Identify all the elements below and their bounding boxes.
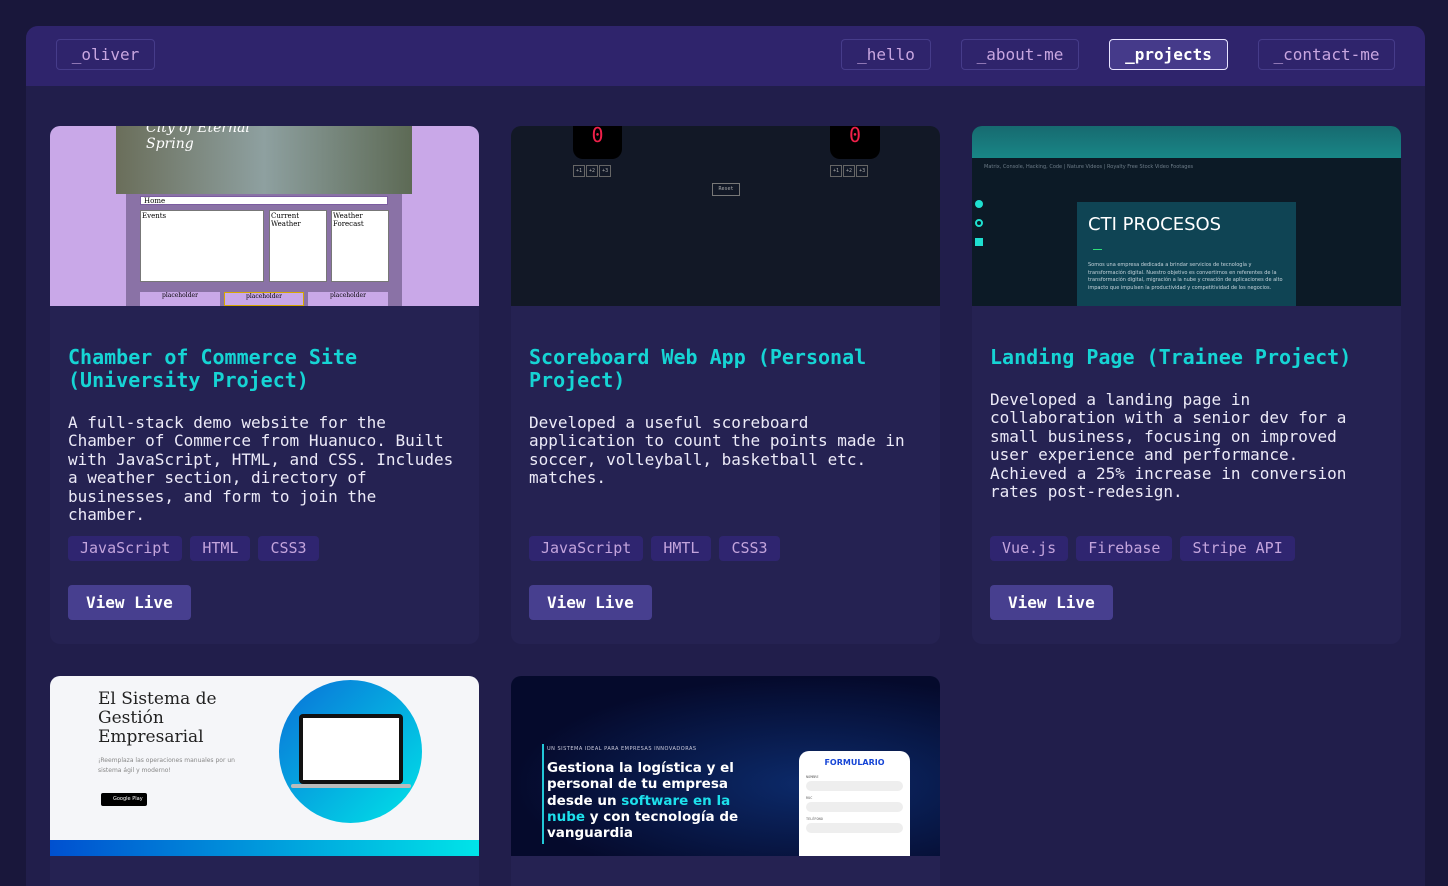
video-title: Matrix, Console, Hacking, Code | Nature … bbox=[984, 164, 1194, 170]
name-input[interactable] bbox=[806, 781, 903, 791]
score-left: 0 bbox=[573, 126, 622, 159]
thumb-footer: placeholder bbox=[224, 292, 304, 306]
increment-button[interactable]: +2 bbox=[843, 165, 856, 177]
hero-image: City of Eternal Spring bbox=[116, 126, 412, 194]
portfolio-window: _oliver _hello _about-me _projects _cont… bbox=[26, 26, 1425, 886]
thumb-panel: Events bbox=[140, 210, 264, 282]
facebook-icon[interactable] bbox=[975, 200, 983, 208]
increment-button[interactable]: +2 bbox=[586, 165, 599, 177]
hero-heading: CTI PROCESOS bbox=[1088, 214, 1222, 235]
thumb-subtext: ¡Reemplaza las operaciones manuales por … bbox=[98, 757, 235, 774]
increment-button[interactable]: +1 bbox=[573, 165, 586, 177]
whatsapp-icon[interactable] bbox=[975, 219, 983, 227]
thumb-headline: Gestiona la logística y el personal de t… bbox=[547, 760, 739, 842]
nav-contact-me[interactable]: _contact-me bbox=[1258, 39, 1395, 70]
thumb-footer: placeholder bbox=[140, 292, 220, 306]
tag: HTML bbox=[190, 536, 251, 561]
project-card: El Sistema de Gestión Empresarial ¡Reemp… bbox=[50, 676, 479, 886]
thumb-panel: Current Weather bbox=[269, 210, 327, 282]
increment-button[interactable]: +3 bbox=[599, 165, 612, 177]
tag: Firebase bbox=[1076, 536, 1173, 561]
tag: JavaScript bbox=[529, 536, 644, 561]
project-card: UN SISTEMA IDEAL PARA EMPRESAS INNOVADOR… bbox=[511, 676, 940, 886]
view-live-button[interactable]: View Live bbox=[529, 585, 652, 620]
field-label: NOMBRE bbox=[806, 775, 819, 779]
increment-button[interactable]: +1 bbox=[830, 165, 843, 177]
project-card: Matrix, Console, Hacking, Code | Nature … bbox=[972, 126, 1401, 644]
tag: Vue.js bbox=[990, 536, 1069, 561]
thumb-nav: Home bbox=[140, 196, 388, 205]
phone-input[interactable] bbox=[806, 823, 903, 833]
field-label: RUC bbox=[806, 796, 813, 800]
tag: JavaScript bbox=[68, 536, 183, 561]
score-right: 0 bbox=[830, 126, 880, 159]
project-title: Scoreboard Web App (Personal Project) bbox=[529, 345, 867, 392]
thumb-eyebrow: UN SISTEMA IDEAL PARA EMPRESAS INNOVADOR… bbox=[547, 746, 697, 752]
thumb-panel: Weather Forecast bbox=[331, 210, 389, 282]
project-thumbnail[interactable]: UN SISTEMA IDEAL PARA EMPRESAS INNOVADOR… bbox=[511, 676, 940, 856]
tag: CSS3 bbox=[258, 536, 319, 561]
logo-link[interactable]: _oliver bbox=[56, 39, 155, 70]
ruc-input[interactable] bbox=[806, 802, 903, 812]
view-live-button[interactable]: View Live bbox=[990, 585, 1113, 620]
project-card: City of Eternal Spring Home Events Curre… bbox=[50, 126, 479, 644]
nav-hello[interactable]: _hello bbox=[841, 39, 931, 70]
thumb-heading: City of Eternal Spring bbox=[146, 126, 250, 152]
thumb-footer: placeholder bbox=[308, 292, 388, 306]
hero-box: CTI PROCESOS Somos una empresa dedicada … bbox=[1077, 202, 1296, 306]
project-thumbnail[interactable]: El Sistema de Gestión Empresarial ¡Reemp… bbox=[50, 676, 479, 856]
project-description: A full-stack demo website for the Chambe… bbox=[68, 413, 454, 525]
project-thumbnail[interactable]: Matrix, Console, Hacking, Code | Nature … bbox=[972, 126, 1401, 306]
nav-projects[interactable]: _projects bbox=[1109, 39, 1228, 70]
field-label: TELÉFONO bbox=[806, 817, 823, 821]
top-nav: _oliver _hello _about-me _projects _cont… bbox=[26, 26, 1425, 86]
project-card: 0 0 +1 +2 +3 +1 +2 +3 Reset Scoreboard W… bbox=[511, 126, 940, 644]
hero-text: Somos una empresa dedicada a brindar ser… bbox=[1088, 262, 1283, 291]
project-title: Landing Page (Trainee Project) bbox=[990, 345, 1352, 369]
view-live-button[interactable]: View Live bbox=[68, 585, 191, 620]
tag: CSS3 bbox=[719, 536, 780, 561]
project-thumbnail[interactable]: City of Eternal Spring Home Events Curre… bbox=[50, 126, 479, 306]
reset-button[interactable]: Reset bbox=[712, 183, 740, 196]
linkedin-icon[interactable] bbox=[975, 238, 983, 246]
form-title: FORMULARIO bbox=[824, 758, 885, 767]
project-description: Developed a landing page in collaboratio… bbox=[990, 390, 1347, 502]
tag: HMTL bbox=[651, 536, 712, 561]
project-thumbnail[interactable]: 0 0 +1 +2 +3 +1 +2 +3 Reset bbox=[511, 126, 940, 306]
thumb-heading: El Sistema de Gestión Empresarial bbox=[98, 689, 217, 747]
project-description: Developed a useful scoreboard applicatio… bbox=[529, 413, 905, 488]
hero-circle bbox=[279, 680, 422, 823]
nav-about-me[interactable]: _about-me bbox=[961, 39, 1079, 70]
project-title: Chamber of Commerce Site (University Pro… bbox=[68, 345, 357, 392]
google-play-badge[interactable]: Google Play bbox=[101, 793, 147, 806]
tag: Stripe API bbox=[1180, 536, 1295, 561]
thumb-topbar bbox=[972, 126, 1401, 158]
contact-form: FORMULARIO NOMBRE RUC TELÉFONO bbox=[799, 751, 910, 856]
increment-button[interactable]: +3 bbox=[856, 165, 869, 177]
